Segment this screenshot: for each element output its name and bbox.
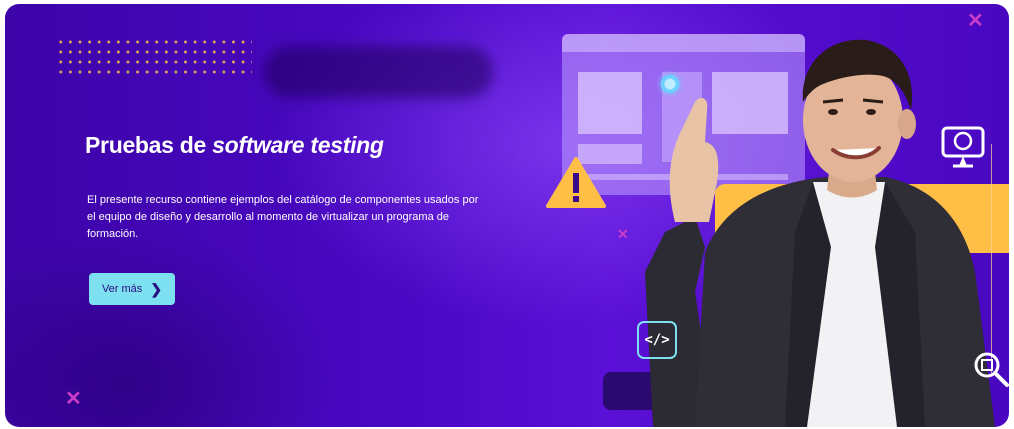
ver-mas-button[interactable]: Ver más ❯: [89, 273, 175, 305]
decorative-dot-grid: [56, 37, 252, 79]
search-icon: [974, 352, 1009, 387]
close-icon: ✕: [65, 388, 82, 410]
decorative-shape: [263, 46, 493, 98]
title-emphasis: software testing: [212, 132, 384, 158]
code-icon: </>: [637, 321, 677, 359]
hero-banner: ✕ ✕ ✕ </> Pruebas de software testing El…: [5, 4, 1009, 427]
touch-point-indicator: [657, 71, 683, 97]
monitor-icon: [941, 126, 985, 168]
person-illustration: [645, 39, 995, 427]
close-icon: ✕: [617, 226, 629, 242]
page-title: Pruebas de software testing: [85, 132, 384, 159]
title-prefix: Pruebas de: [85, 132, 213, 158]
hero-description: El presente recurso contiene ejemplos de…: [87, 194, 479, 240]
close-icon: ✕: [967, 10, 984, 32]
ver-mas-label: Ver más: [101, 283, 143, 295]
warning-icon: [546, 157, 606, 208]
chevron-right-icon: ❯: [150, 280, 163, 297]
